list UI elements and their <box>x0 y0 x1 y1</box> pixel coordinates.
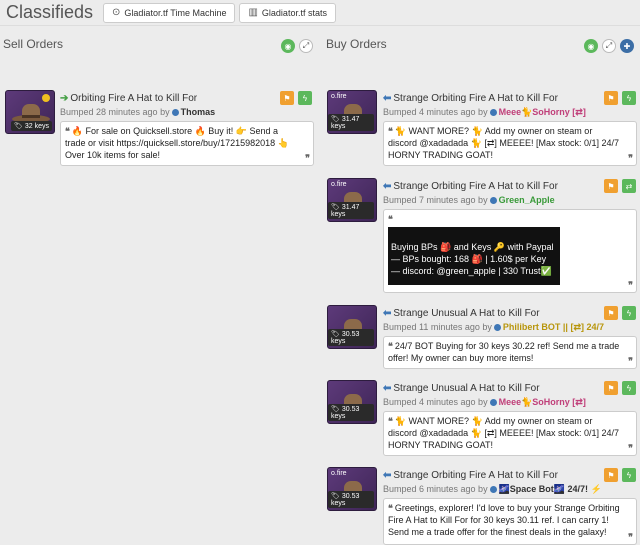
unusual-dot-icon <box>42 94 50 102</box>
bump-info: Bumped 28 minutes ago by Thomas <box>60 107 216 117</box>
arrow-left-icon: ⬅ <box>383 93 392 104</box>
stats-label: Gladiator.tf stats <box>261 7 327 18</box>
item-thumbnail[interactable]: o.fire 🏷 31.47 keys <box>327 90 377 134</box>
eye-icon: ◉ <box>284 41 292 51</box>
flag-icon: ⚑ <box>283 93 291 103</box>
listing-title[interactable]: ⬅ Strange Orbiting Fire A Hat to Kill For <box>383 181 558 192</box>
listing-message: ❝ Greetings, explorer! I'd love to buy yo… <box>383 498 637 545</box>
quick-sell-button[interactable]: ϟ <box>622 468 636 482</box>
swap-icon: ⇄ <box>625 181 633 191</box>
quick-sell-button[interactable]: ϟ <box>622 306 636 320</box>
bump-info: Bumped 4 minutes ago by Meee🐈SoHorny [⇄] <box>383 397 586 407</box>
arrow-left-icon: ⬅ <box>383 470 392 481</box>
item-thumbnail[interactable]: o.fire 🏷 31.47 keys <box>327 178 377 222</box>
price-badge: 🏷 30.53 keys <box>328 329 374 346</box>
listing-message: ❝ 🐈 WANT MORE? 🐈 Add my owner on steam or… <box>383 411 637 456</box>
buy-toggle-visibility-button[interactable]: ◉ <box>584 39 598 53</box>
arrow-left-icon: ⬅ <box>383 383 392 394</box>
lightning-icon: ϟ <box>302 93 308 103</box>
item-thumbnail[interactable]: 🏷 32 keys <box>5 90 55 134</box>
item-thumbnail[interactable]: 🏷 30.53 keys <box>327 380 377 424</box>
quick-sell-button[interactable]: ϟ <box>622 381 636 395</box>
listing-message: ❝ 24/7 BOT Buying for 30 keys 30.22 ref! … <box>383 336 637 369</box>
arrow-left-icon: ⬅ <box>383 308 392 319</box>
user-link[interactable]: Green_Apple <box>499 195 555 205</box>
user-avatar-dot <box>489 197 497 204</box>
plus-icon: ✚ <box>623 41 631 51</box>
flag-icon: ⚑ <box>607 93 615 103</box>
price-badge: 🏷 32 keys <box>11 121 52 131</box>
user-avatar-dot <box>489 486 497 493</box>
flag-icon: ⚑ <box>607 470 615 480</box>
user-link[interactable]: Philibert BOT || [⇄] 24/7 <box>503 322 604 332</box>
listing-title[interactable]: ⬅ Strange Unusual A Hat to Kill For <box>383 383 540 394</box>
sell-toggle-visibility-button[interactable]: ◉ <box>281 39 295 53</box>
clock-icon: ⊙ <box>112 7 121 18</box>
quick-sell-button[interactable]: ϟ <box>622 91 636 105</box>
item-thumbnail[interactable]: o.fire 🏷 30.53 keys <box>327 467 377 511</box>
flag-button[interactable]: ⚑ <box>604 468 618 482</box>
price-badge: 🏷 31.47 keys <box>328 114 374 131</box>
expand-icon: ⤢ <box>605 41 613 50</box>
flag-button[interactable]: ⚑ <box>604 306 618 320</box>
flag-button[interactable]: ⚑ <box>280 91 294 105</box>
bump-info: Bumped 7 minutes ago by Green_Apple <box>383 195 555 205</box>
user-link[interactable]: 🌌Space Bot🌌 24/7! ⚡ <box>499 484 602 494</box>
flag-icon: ⚑ <box>607 308 615 318</box>
item-thumbnail[interactable]: 🏷 30.53 keys <box>327 305 377 349</box>
page-title: Classifieds <box>6 2 94 22</box>
user-avatar-dot <box>489 109 497 116</box>
lightning-icon: ϟ <box>626 308 632 318</box>
lightning-icon: ϟ <box>626 470 632 480</box>
lightning-icon: ϟ <box>626 383 632 393</box>
trade-button[interactable]: ⇄ <box>622 179 636 193</box>
user-link[interactable]: Meee🐈SoHorny [⇄] <box>499 107 586 117</box>
message-highlight-block: Buying BPs 🎒 and Keys 🔑 with Paypal — BP… <box>388 227 560 285</box>
listing-message: ❝ 🔥 For sale on Quicksell.store 🔥 Buy it!… <box>60 121 314 166</box>
arrow-right-icon: ➔ <box>60 93 69 104</box>
eye-icon: ◉ <box>587 41 595 51</box>
time-machine-button[interactable]: ⊙ Gladiator.tf Time Machine <box>103 2 236 23</box>
flag-button[interactable]: ⚑ <box>604 381 618 395</box>
arrow-left-icon: ⬅ <box>383 181 392 192</box>
time-machine-label: Gladiator.tf Time Machine <box>124 7 227 18</box>
user-link[interactable]: Thomas <box>181 107 216 117</box>
listing-title[interactable]: ⬅ Strange Orbiting Fire A Hat to Kill For <box>383 93 558 104</box>
sell-expand-button[interactable]: ⤢ <box>299 39 313 53</box>
expand-icon: ⤢ <box>302 41 310 50</box>
top-bar: Classifieds ⊙ Gladiator.tf Time Machine … <box>0 0 640 26</box>
listing-message: ❝ Buying BPs 🎒 and Keys 🔑 with Paypal — … <box>383 209 637 293</box>
user-link[interactable]: Meee🐈SoHorny [⇄] <box>499 397 586 407</box>
user-avatar-dot <box>493 324 501 331</box>
flag-button[interactable]: ⚑ <box>604 179 618 193</box>
listing-message: ❝ 🐈 WANT MORE? 🐈 Add my owner on steam or… <box>383 121 637 166</box>
user-avatar-dot <box>171 109 179 116</box>
lightning-icon: ϟ <box>626 93 632 103</box>
price-badge: 🏷 31.47 keys <box>328 202 374 219</box>
listing-title[interactable]: ⬅ Strange Orbiting Fire A Hat to Kill For <box>383 470 558 481</box>
bump-info: Bumped 11 minutes ago by Philibert BOT ||… <box>383 322 604 332</box>
user-avatar-dot <box>489 399 497 406</box>
quick-buy-button[interactable]: ϟ <box>298 91 312 105</box>
buy-orders-heading: Buy Orders <box>326 37 387 51</box>
flag-button[interactable]: ⚑ <box>604 91 618 105</box>
price-badge: 🏷 30.53 keys <box>328 404 374 421</box>
price-badge: 🏷 30.53 keys <box>328 491 374 508</box>
bump-info: Bumped 4 minutes ago by Meee🐈SoHorny [⇄] <box>383 107 586 117</box>
add-buy-order-button[interactable]: ✚ <box>620 39 634 53</box>
stats-button[interactable]: ▥ Gladiator.tf stats <box>239 2 336 23</box>
flag-icon: ⚑ <box>607 383 615 393</box>
flag-icon: ⚑ <box>607 181 615 191</box>
listing-title[interactable]: ➔ Orbiting Fire A Hat to Kill For <box>60 93 197 104</box>
bump-info: Bumped 6 minutes ago by 🌌Space Bot🌌 24/7!… <box>383 484 602 494</box>
sell-orders-heading: Sell Orders <box>3 37 64 51</box>
buy-expand-button[interactable]: ⤢ <box>602 39 616 53</box>
listing-title[interactable]: ⬅ Strange Unusual A Hat to Kill For <box>383 308 540 319</box>
bar-chart-icon: ▥ <box>248 7 258 18</box>
